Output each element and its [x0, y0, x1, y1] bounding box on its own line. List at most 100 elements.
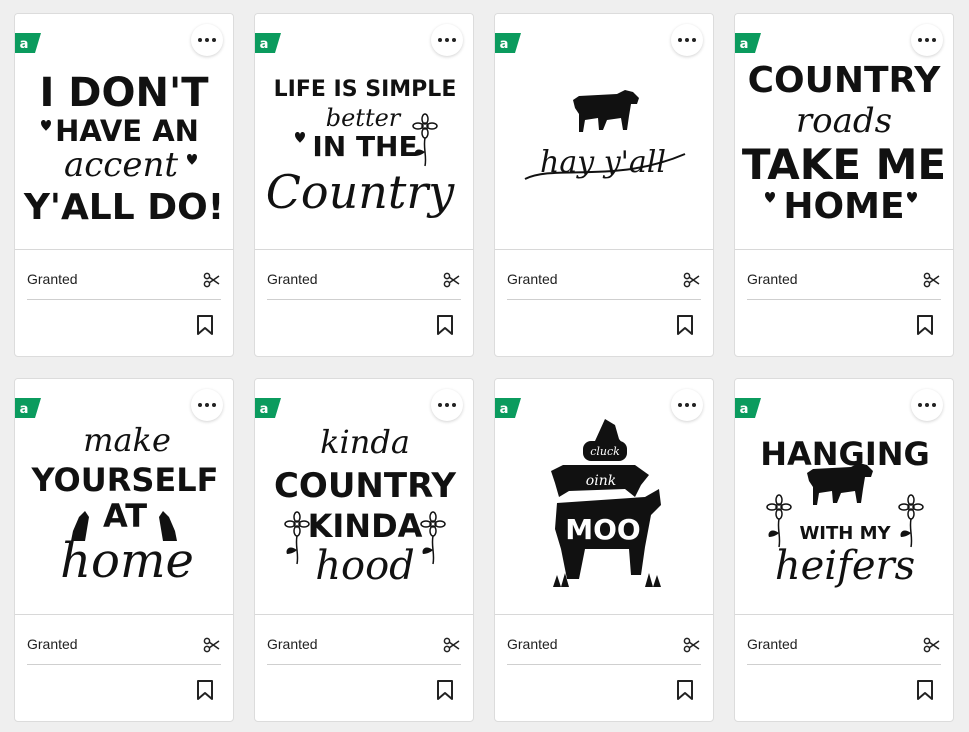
- product-card[interactable]: make YOURSELF AT home a Granted: [14, 378, 234, 722]
- bookmark-icon[interactable]: [915, 679, 935, 701]
- art-line: oink: [586, 473, 616, 489]
- scissors-icon[interactable]: [443, 271, 461, 289]
- product-grid: I DON'T HAVE AN accent Y'ALL DO! a Grant…: [0, 0, 969, 732]
- card-info-row: Granted: [267, 261, 461, 300]
- card-info-row: Granted: [747, 626, 941, 665]
- art-line: TAKE ME: [742, 140, 946, 189]
- flower-icon: [420, 511, 446, 565]
- flower-icon: [766, 494, 792, 548]
- heart-icon: [41, 120, 51, 131]
- product-thumbnail[interactable]: hay y'all a: [495, 14, 713, 250]
- product-thumbnail[interactable]: cluck oink MOO a: [495, 379, 713, 615]
- scissors-icon[interactable]: [683, 636, 701, 654]
- scissors-icon[interactable]: [443, 636, 461, 654]
- art-line: hood: [315, 543, 415, 589]
- svg-text:a: a: [20, 402, 29, 417]
- cow-icon: [573, 90, 639, 132]
- product-thumbnail[interactable]: I DON'T HAVE AN accent Y'ALL DO! a: [15, 14, 233, 250]
- product-card[interactable]: cluck oink MOO a Granted: [494, 378, 714, 722]
- art-line: heifers: [775, 543, 915, 589]
- bookmark-icon[interactable]: [435, 314, 455, 336]
- bookmark-icon[interactable]: [675, 314, 695, 336]
- art-line: IN THE: [312, 130, 417, 163]
- more-options-button[interactable]: [671, 389, 703, 421]
- art-line: I DON'T: [39, 70, 209, 116]
- art-line: home: [60, 533, 194, 589]
- product-card[interactable]: I DON'T HAVE AN accent Y'ALL DO! a Grant…: [14, 13, 234, 357]
- card-info-row: Granted: [27, 261, 221, 300]
- art-line: kinda: [320, 423, 410, 461]
- more-options-button[interactable]: [191, 24, 223, 56]
- art-line: KINDA: [308, 507, 423, 545]
- art-line: Country: [266, 165, 456, 219]
- access-badge-icon: a: [255, 398, 281, 418]
- flower-icon: [898, 494, 924, 548]
- art-line: cluck: [590, 445, 620, 458]
- product-card[interactable]: LIFE IS SIMPLE better IN THE Country a G…: [254, 13, 474, 357]
- bookmark-icon[interactable]: [195, 679, 215, 701]
- bookmark-icon[interactable]: [915, 314, 935, 336]
- svg-text:a: a: [500, 37, 509, 52]
- art-line: Y'ALL DO!: [23, 187, 224, 228]
- more-options-button[interactable]: [911, 24, 943, 56]
- art-line: LIFE IS SIMPLE: [274, 77, 457, 102]
- access-badge-icon: a: [735, 398, 761, 418]
- status-label: Granted: [747, 271, 798, 287]
- art-line: hay y'all: [540, 145, 666, 180]
- status-label: Granted: [507, 636, 558, 652]
- scissors-icon[interactable]: [683, 271, 701, 289]
- product-card[interactable]: COUNTRY roads TAKE ME HOME a Granted: [734, 13, 954, 357]
- art-line: COUNTRY: [274, 466, 456, 506]
- status-label: Granted: [747, 636, 798, 652]
- product-thumbnail[interactable]: HANGING WITH MY heifers a: [735, 379, 953, 615]
- art-line: accent: [64, 145, 178, 185]
- scissors-icon[interactable]: [203, 636, 221, 654]
- flower-icon: [284, 511, 310, 565]
- svg-text:a: a: [260, 402, 269, 417]
- card-info-row: Granted: [507, 261, 701, 300]
- scissors-icon[interactable]: [203, 271, 221, 289]
- art-line: HANGING: [760, 435, 930, 473]
- product-thumbnail[interactable]: LIFE IS SIMPLE better IN THE Country a: [255, 14, 473, 250]
- svg-text:a: a: [20, 37, 29, 52]
- card-info-row: Granted: [267, 626, 461, 665]
- product-thumbnail[interactable]: COUNTRY roads TAKE ME HOME a: [735, 14, 953, 250]
- scissors-icon[interactable]: [923, 636, 941, 654]
- svg-text:a: a: [500, 402, 509, 417]
- product-thumbnail[interactable]: make YOURSELF AT home a: [15, 379, 233, 615]
- art-line: roads: [796, 101, 892, 141]
- scissors-icon[interactable]: [923, 271, 941, 289]
- art-line: make: [83, 421, 171, 459]
- heart-icon: [187, 154, 197, 165]
- card-info-row: Granted: [747, 261, 941, 300]
- bookmark-icon[interactable]: [675, 679, 695, 701]
- product-card[interactable]: hay y'all a Granted: [494, 13, 714, 357]
- access-badge-icon: a: [255, 33, 281, 53]
- product-card[interactable]: HANGING WITH MY heifers a Granted: [734, 378, 954, 722]
- bookmark-icon[interactable]: [195, 314, 215, 336]
- more-options-button[interactable]: [191, 389, 223, 421]
- access-badge-icon: a: [495, 398, 521, 418]
- product-card[interactable]: kinda COUNTRY KINDA hood a Granted: [254, 378, 474, 722]
- cow-icon: [807, 463, 873, 505]
- more-options-button[interactable]: [431, 24, 463, 56]
- status-label: Granted: [27, 271, 78, 287]
- art-line: MOO: [565, 513, 640, 546]
- heart-icon: [765, 192, 775, 203]
- access-badge-icon: a: [15, 33, 41, 53]
- svg-text:a: a: [740, 402, 749, 417]
- card-info-row: Granted: [507, 626, 701, 665]
- heart-icon: [907, 192, 917, 203]
- art-line: AT: [103, 497, 147, 535]
- bookmark-icon[interactable]: [435, 679, 455, 701]
- product-thumbnail[interactable]: kinda COUNTRY KINDA hood a: [255, 379, 473, 615]
- access-badge-icon: a: [735, 33, 761, 53]
- access-badge-icon: a: [15, 398, 41, 418]
- art-line: YOURSELF: [30, 461, 218, 499]
- art-line: better: [326, 104, 402, 132]
- more-options-button[interactable]: [431, 389, 463, 421]
- more-options-button[interactable]: [671, 24, 703, 56]
- status-label: Granted: [267, 636, 318, 652]
- heart-icon: [295, 132, 305, 143]
- more-options-button[interactable]: [911, 389, 943, 421]
